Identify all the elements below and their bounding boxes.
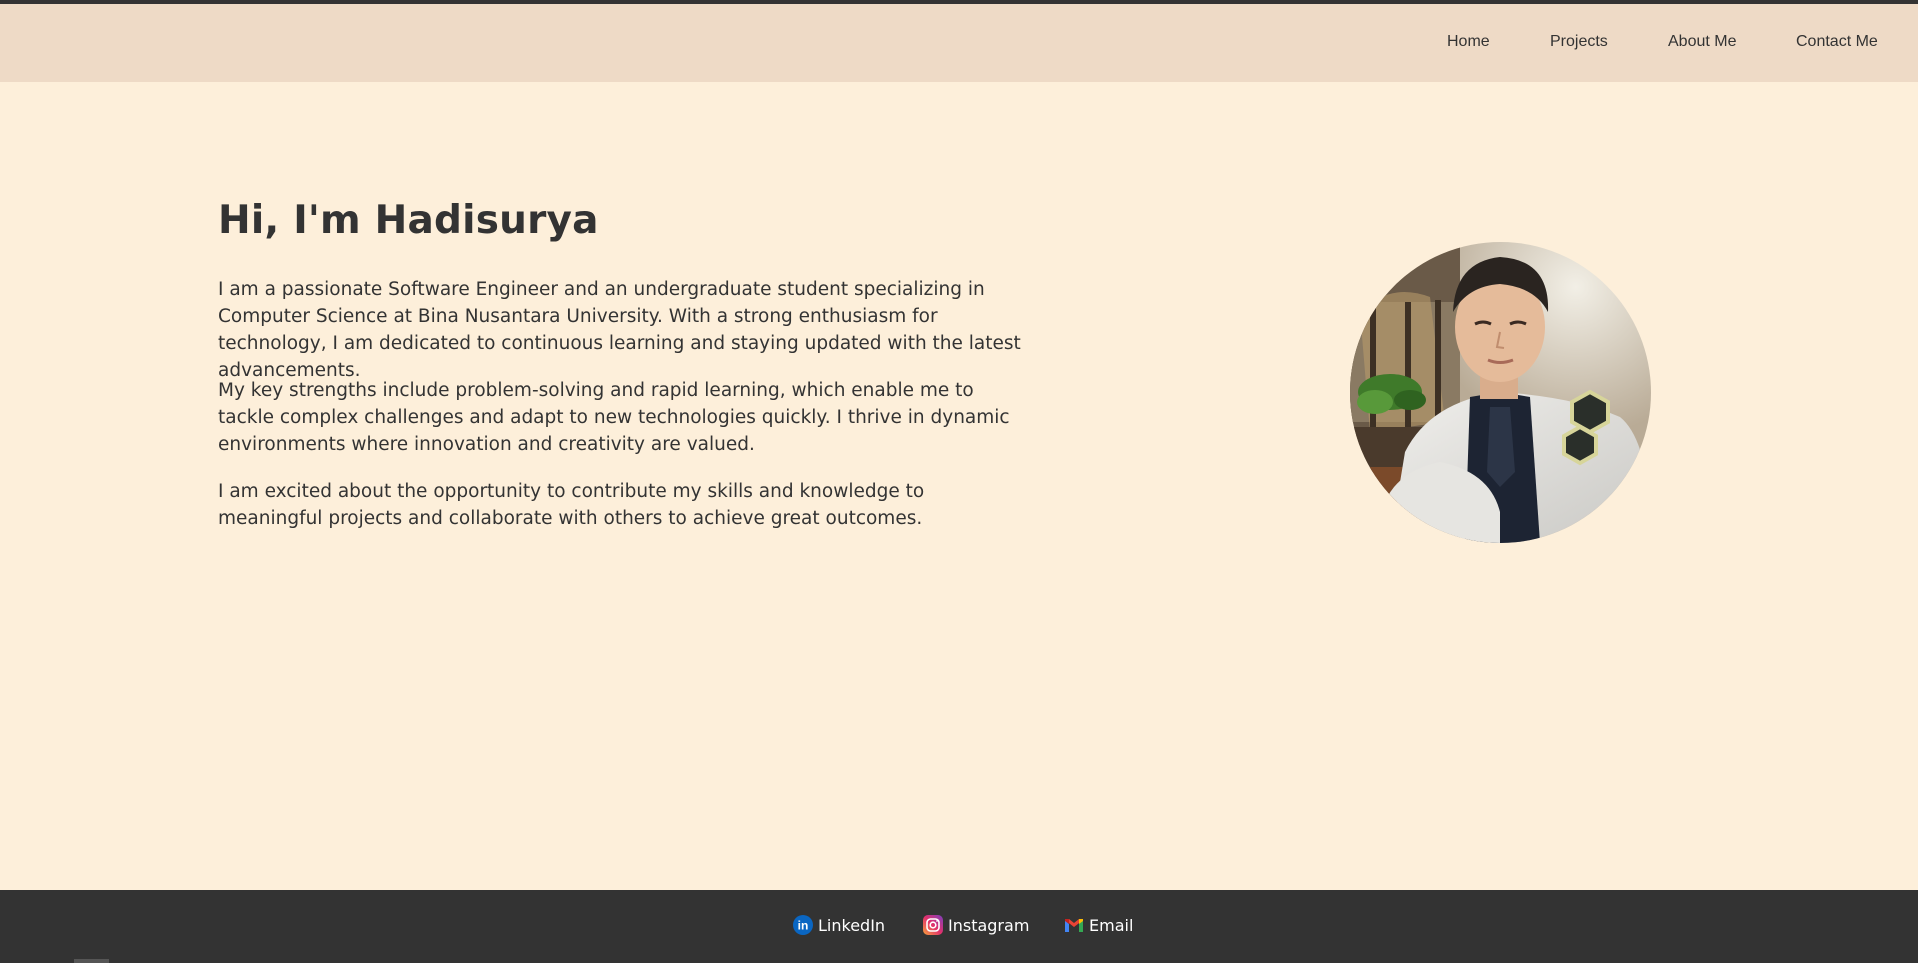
linkedin-label: LinkedIn <box>818 915 886 935</box>
strengths-paragraph: My key strengths include problem-solving… <box>218 380 1010 455</box>
nav-home-link[interactable]: Home <box>1447 33 1490 51</box>
nav-about-me-link[interactable]: About Me <box>1668 33 1736 51</box>
hero-title: Hi, I'm Hadisurya <box>218 198 599 243</box>
footer: in LinkedIn Instagram Email <box>0 890 1918 963</box>
closing-paragraph: I am excited about the opportunity to co… <box>218 481 925 529</box>
instagram-icon <box>923 915 943 935</box>
email-label: Email <box>1089 915 1134 935</box>
intro-paragraph: I am a passionate Software Engineer and … <box>218 279 1021 381</box>
scrollbar-thumb[interactable] <box>74 959 109 963</box>
instagram-link[interactable]: Instagram <box>923 914 1029 936</box>
svg-text:in: in <box>798 919 809 933</box>
hero-section: Hi, I'm Hadisurya I am a passionate Soft… <box>0 82 1918 890</box>
email-link[interactable]: Email <box>1064 914 1133 936</box>
instagram-label: Instagram <box>948 915 1030 935</box>
profile-photo <box>1350 242 1651 543</box>
gmail-icon <box>1064 915 1084 935</box>
linkedin-link[interactable]: in LinkedIn <box>793 914 885 936</box>
navbar: Home Projects About Me Contact Me <box>0 4 1918 82</box>
linkedin-icon: in <box>793 915 813 935</box>
profile-photo-illustration <box>1350 242 1651 543</box>
nav-projects-link[interactable]: Projects <box>1550 33 1608 51</box>
nav-contact-me-link[interactable]: Contact Me <box>1796 33 1878 51</box>
